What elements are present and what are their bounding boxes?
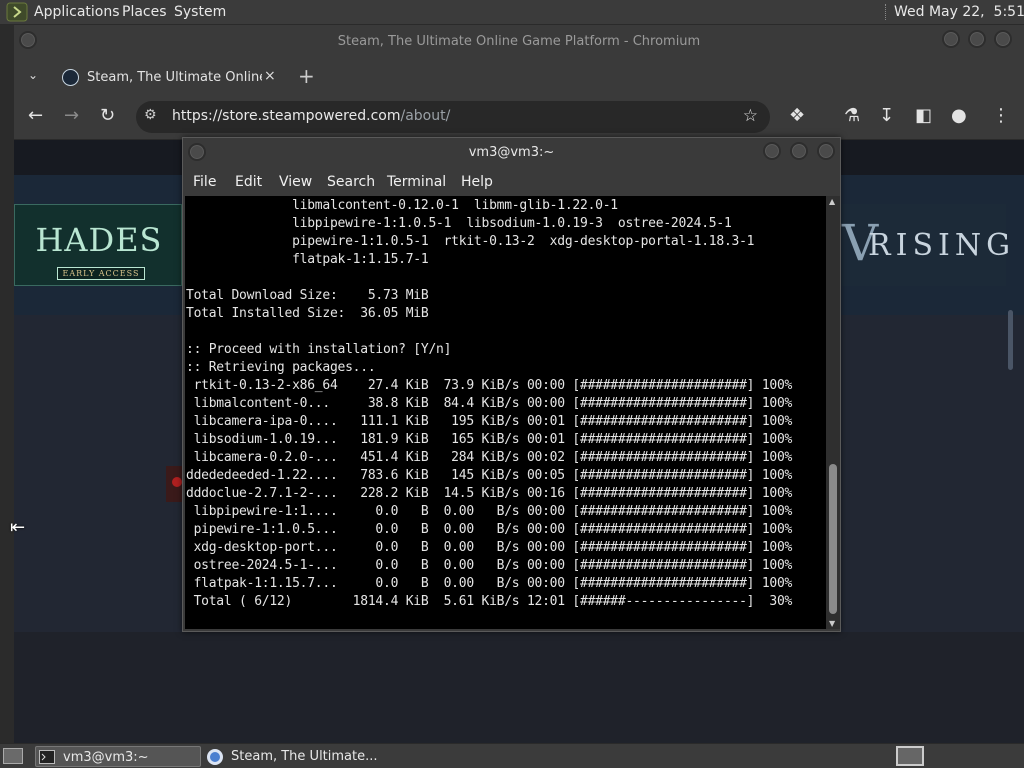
terminal-window: vm3@vm3:~ File Edit View Search Terminal…	[182, 137, 841, 632]
hades-banner[interactable]: HADES EARLY ACCESS	[14, 204, 182, 286]
download-icon[interactable]: ↧	[879, 106, 894, 126]
side-panel-icon[interactable]: ◧	[915, 106, 932, 126]
window-title: Steam, The Ultimate Online Game Platform…	[337, 34, 701, 49]
task-terminal-label: vm3@vm3:~	[63, 750, 149, 765]
url-path: /about/	[400, 108, 451, 124]
menu-help[interactable]: Help	[461, 174, 493, 190]
bookmark-star-icon[interactable]: ☆	[743, 106, 758, 126]
top-panel: Applications Places System Wed May 22, 5…	[0, 0, 1024, 25]
reload-icon[interactable]: ↻	[100, 106, 115, 126]
task-chromium[interactable]: Steam, The Ultimate...	[205, 746, 385, 767]
terminal-maximize-button[interactable]	[790, 142, 808, 160]
menu-view[interactable]: View	[279, 174, 312, 190]
panel-separator	[885, 4, 887, 20]
tab-strip: ⌄ Steam, The Ultimate Online × +	[14, 58, 1024, 94]
rising-banner[interactable]: V RISING	[836, 204, 1010, 286]
tab-close-icon[interactable]: ×	[264, 68, 276, 84]
scroll-up-icon[interactable]: ▲	[829, 197, 835, 206]
clock[interactable]: Wed May 22, 5:51 PM	[894, 4, 1024, 20]
menu-terminal[interactable]: Terminal	[387, 174, 446, 190]
gnome-foot-icon[interactable]	[6, 2, 28, 22]
steam-favicon-icon	[62, 69, 79, 86]
task-chromium-label: Steam, The Ultimate...	[231, 749, 378, 764]
resize-cursor-icon: ⇤	[10, 517, 26, 538]
show-desktop-icon[interactable]	[3, 748, 23, 764]
workspace-switcher[interactable]	[896, 746, 924, 766]
close-window-button[interactable]	[994, 30, 1012, 48]
applications-menu[interactable]: Applications	[34, 4, 120, 20]
browser-toolbar: ← → ↻ ⚙ https://store.steampowered.com/a…	[14, 94, 1024, 140]
hades-subtitle: EARLY ACCESS	[57, 267, 145, 280]
system-menu[interactable]: System	[174, 4, 226, 20]
task-terminal[interactable]: vm3@vm3:~	[35, 746, 201, 767]
terminal-minimize-button[interactable]	[763, 142, 781, 160]
page-scrollbar[interactable]	[1008, 310, 1013, 370]
forward-icon[interactable]: →	[64, 106, 79, 126]
window-titlebar[interactable]: Steam, The Ultimate Online Game Platform…	[14, 25, 1024, 58]
maximize-button[interactable]	[968, 30, 986, 48]
places-menu[interactable]: Places	[122, 4, 167, 20]
terminal-screen[interactable]: libmalcontent-0.12.0-1 libmm-glib-1.22.0…	[185, 196, 826, 629]
minimize-button[interactable]	[942, 30, 960, 48]
extensions-icon[interactable]: ❖	[789, 106, 805, 126]
rising-title: RISING	[868, 228, 1016, 263]
back-icon[interactable]: ←	[28, 106, 43, 126]
address-bar[interactable]: ⚙ https://store.steampowered.com/about/ …	[136, 101, 770, 133]
terminal-close-button[interactable]	[817, 142, 835, 160]
scroll-down-icon[interactable]: ▼	[829, 619, 835, 628]
tab-steam[interactable]: Steam, The Ultimate Online ×	[50, 61, 290, 94]
tab-search-icon[interactable]: ⌄	[28, 68, 38, 82]
profile-icon[interactable]: ●	[951, 106, 967, 126]
menu-edit[interactable]: Edit	[235, 174, 262, 190]
terminal-menubar: File Edit View Search Terminal Help	[183, 166, 840, 196]
terminal-title: vm3@vm3:~	[468, 145, 555, 160]
chromium-app-icon	[207, 749, 223, 765]
url-host: https://store.steampowered.com	[172, 108, 401, 124]
tab-title: Steam, The Ultimate Online	[87, 70, 262, 85]
new-tab-icon[interactable]: +	[298, 64, 315, 88]
url-text[interactable]: https://store.steampowered.com/about/	[172, 108, 450, 124]
menu-search[interactable]: Search	[327, 174, 375, 190]
hades-title: HADES	[35, 221, 163, 259]
terminal-scroll-thumb[interactable]	[829, 464, 837, 614]
menu-file[interactable]: File	[193, 174, 216, 190]
site-info-icon[interactable]: ⚙	[144, 107, 157, 123]
terminal-titlebar[interactable]: vm3@vm3:~	[183, 138, 840, 166]
terminal-scrollbar[interactable]: ▲ ▼	[826, 196, 840, 629]
bottom-taskbar: vm3@vm3:~ Steam, The Ultimate...	[0, 743, 1024, 768]
labs-flask-icon[interactable]: ⚗	[844, 106, 860, 126]
page-footer-band	[14, 632, 1024, 743]
terminal-output: libmalcontent-0.12.0-1 libmm-glib-1.22.0…	[186, 198, 793, 609]
menu-kebab-icon[interactable]: ⋮	[992, 106, 1010, 126]
terminal-app-icon	[39, 750, 55, 764]
